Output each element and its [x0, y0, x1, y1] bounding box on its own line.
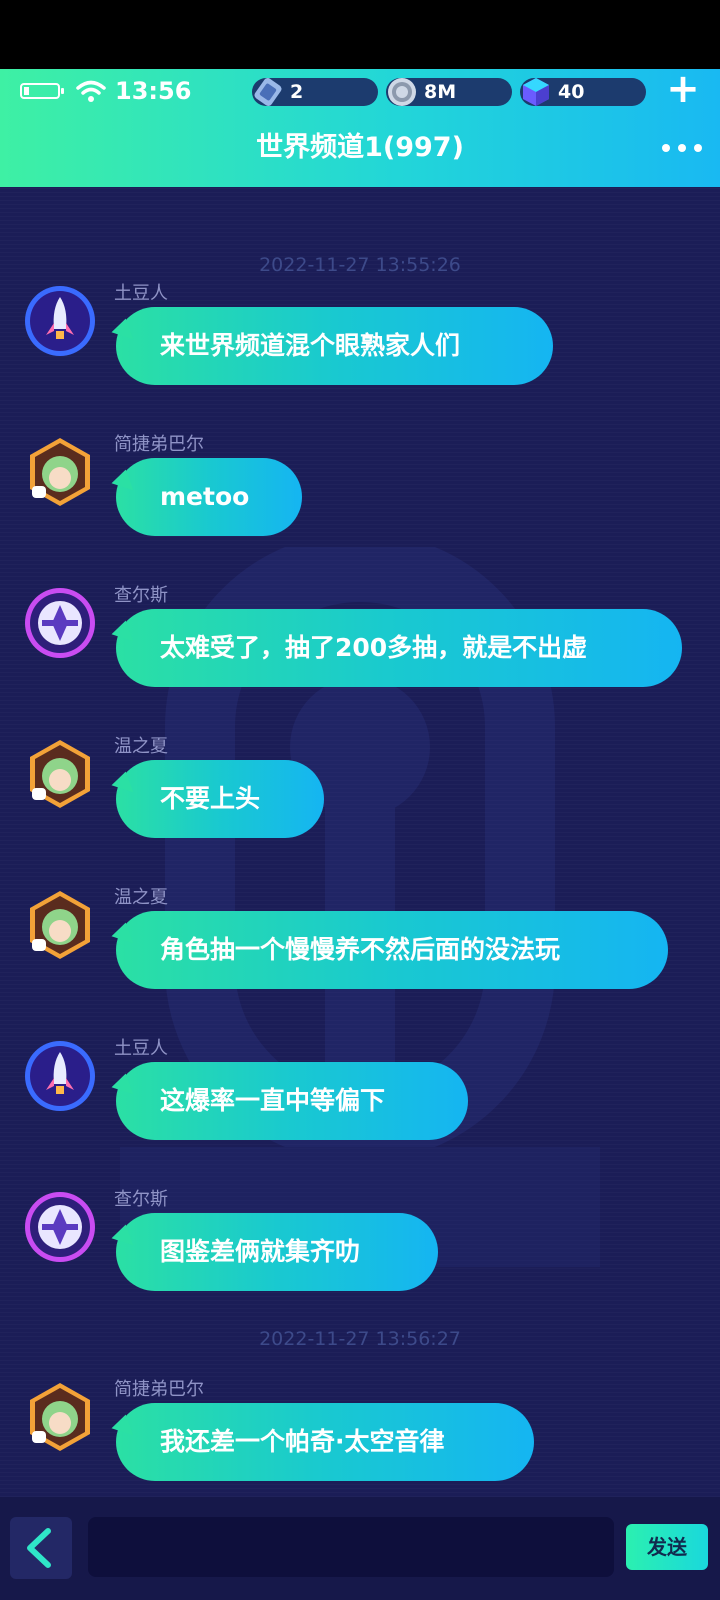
message-bubble[interactable]: 太难受了，抽了200多抽，就是不出虚 [116, 609, 682, 687]
add-currency-button[interactable]: + [665, 69, 701, 109]
message-bubble[interactable]: 不要上头 [116, 760, 324, 838]
coin-count: 8M [424, 81, 457, 103]
green-hair-girl-avatar-icon[interactable] [24, 738, 96, 810]
wifi-icon [76, 80, 106, 102]
chat-list[interactable]: 2022-11-27 13:55:26 土豆人 来世界频道混个眼熟家人们 简捷弟… [0, 187, 720, 1497]
emblem-avatar-icon[interactable] [24, 587, 96, 659]
message-bubble[interactable]: 我还差一个帕奇·太空音律 [116, 1403, 534, 1481]
chat-timestamp: 2022-11-27 13:55:26 [259, 254, 461, 276]
coin-counter[interactable]: 8M [386, 78, 512, 106]
chat-message: 查尔斯 图鉴差俩就集齐叻 [0, 1189, 720, 1321]
message-input[interactable] [88, 1517, 614, 1577]
gem-cube-icon [523, 78, 549, 106]
channel-title: 世界频道1(997) [256, 132, 464, 163]
username: 查尔斯 [114, 585, 168, 606]
ticket-counter[interactable]: 2 [252, 78, 378, 106]
emblem-avatar-icon[interactable] [24, 1191, 96, 1263]
send-button[interactable]: 发送 [626, 1524, 708, 1570]
more-options-button[interactable] [660, 141, 704, 155]
username: 温之夏 [114, 736, 168, 757]
ticket-count: 2 [290, 81, 304, 103]
gem-counter[interactable]: 40 [520, 78, 646, 106]
back-button[interactable] [10, 1517, 72, 1579]
username: 温之夏 [114, 887, 168, 908]
chat-message: 土豆人 这爆率一直中等偏下 [0, 1038, 720, 1170]
username: 简捷弟巴尔 [114, 434, 204, 455]
gem-count: 40 [558, 81, 585, 103]
green-hair-girl-avatar-icon[interactable] [24, 436, 96, 508]
channel-header: 13:56 2 8M 40 + 世界频道1(997) [0, 69, 720, 187]
battery-icon [20, 83, 64, 99]
green-hair-girl-avatar-icon[interactable] [24, 889, 96, 961]
status-bar: 13:56 2 8M 40 + [0, 69, 720, 113]
message-bubble[interactable]: 图鉴差俩就集齐叻 [116, 1213, 438, 1291]
rocket-avatar-icon[interactable] [24, 285, 96, 357]
message-bubble[interactable]: 这爆率一直中等偏下 [116, 1062, 468, 1140]
screen: 13:56 2 8M 40 + 世界频道1(997) 2022-11-27 13… [0, 0, 720, 1600]
username: 简捷弟巴尔 [114, 1379, 204, 1400]
ticket-icon [254, 78, 282, 106]
message-bubble[interactable]: 角色抽一个慢慢养不然后面的没法玩 [116, 911, 668, 989]
username: 土豆人 [114, 1038, 168, 1059]
chat-message: 温之夏 不要上头 [0, 736, 720, 868]
chat-message: 土豆人 来世界频道混个眼熟家人们 [0, 283, 720, 415]
device-notch-area [0, 0, 720, 69]
status-time: 13:56 [115, 77, 192, 105]
username: 查尔斯 [114, 1189, 168, 1210]
chat-timestamp: 2022-11-27 13:56:27 [259, 1328, 461, 1350]
chat-message: 简捷弟巴尔 metoo [0, 434, 720, 566]
message-bubble[interactable]: metoo [116, 458, 302, 536]
chat-message: 简捷弟巴尔 我还差一个帕奇·太空音律 [0, 1379, 720, 1497]
green-hair-girl-avatar-icon[interactable] [24, 1381, 96, 1453]
rocket-avatar-icon[interactable] [24, 1040, 96, 1112]
chat-message: 查尔斯 太难受了，抽了200多抽，就是不出虚 [0, 585, 720, 717]
chat-message: 温之夏 角色抽一个慢慢养不然后面的没法玩 [0, 887, 720, 1019]
composer-bar: 发送 [0, 1497, 720, 1600]
message-bubble[interactable]: 来世界频道混个眼熟家人们 [116, 307, 553, 385]
chevron-left-icon [27, 1528, 51, 1568]
coin-icon [388, 78, 416, 106]
username: 土豆人 [114, 283, 168, 304]
